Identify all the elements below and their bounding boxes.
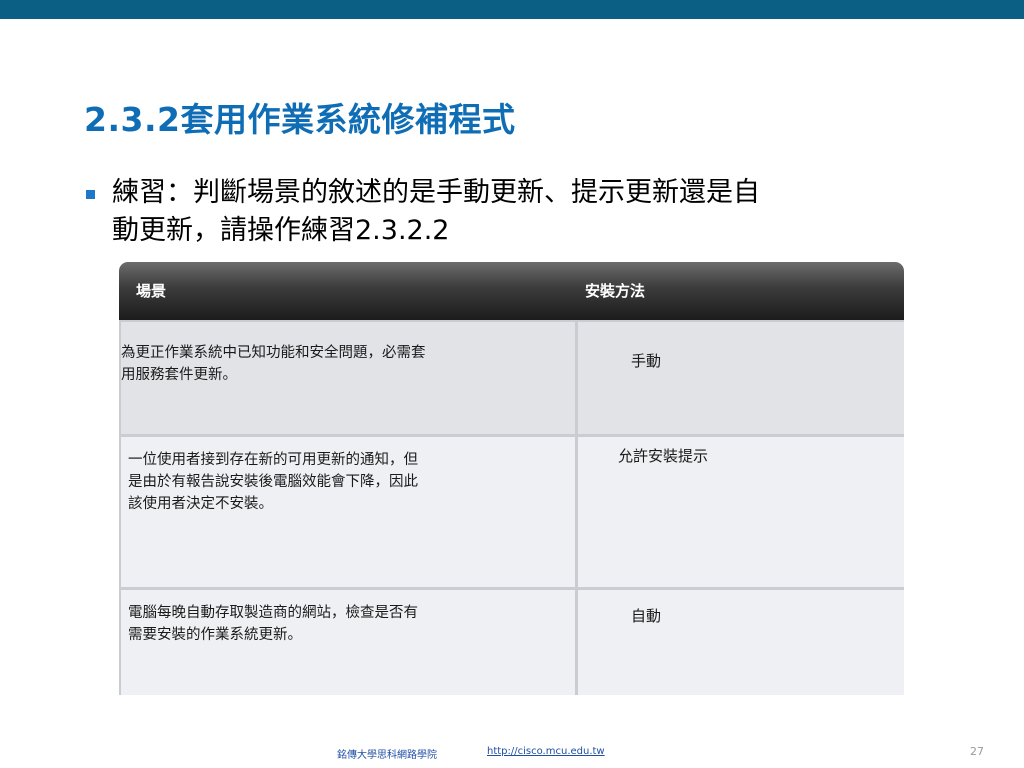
scenario-line: 電腦每晚自動存取製造商的網站，檢查是否有: [128, 605, 418, 621]
bullet-text: 練習：判斷場景的敘述的是手動更新、提示更新還是自 動更新，請操作練習2.3.2.…: [112, 174, 942, 250]
header-scenario: 場景: [136, 282, 167, 300]
method-cell: 手動: [578, 322, 904, 434]
method-cell: 允許安裝提示: [578, 437, 904, 587]
scenario-line: 需要安裝的作業系統更新。: [128, 627, 302, 643]
scenario-line: 為更正作業系統中已知功能和安全問題，必需套: [121, 345, 426, 361]
header-install-method: 安裝方法: [585, 282, 646, 300]
method-text: 自動: [631, 607, 662, 625]
footer-url-link[interactable]: http://cisco.mcu.edu.tw: [487, 746, 605, 757]
footer-organization: 銘傳大學思科網路學院: [337, 750, 437, 761]
bullet-square-icon: [86, 190, 95, 199]
exercise-table: 場景 安裝方法 為更正作業系統中已知功能和安全問題，必需套 用服務套件更新。 手…: [119, 262, 904, 695]
method-text: 允許安裝提示: [618, 447, 709, 465]
table-row: 電腦每晚自動存取製造商的網站，檢查是否有 需要安裝的作業系統更新。 自動: [121, 590, 904, 695]
scenario-text: 一位使用者接到存在新的可用更新的通知，但 是由於有報告說安裝後電腦效能會下降，因…: [128, 449, 418, 515]
scenario-text: 為更正作業系統中已知功能和安全問題，必需套 用服務套件更新。: [121, 342, 426, 386]
table-body: 為更正作業系統中已知功能和安全問題，必需套 用服務套件更新。 手動 一位使用者接…: [119, 320, 904, 695]
slide-title: 2.3.2套用作業系統修補程式: [84, 100, 516, 139]
scenario-line: 用服務套件更新。: [121, 367, 237, 383]
scenario-cell: 為更正作業系統中已知功能和安全問題，必需套 用服務套件更新。: [121, 322, 575, 434]
table-row: 為更正作業系統中已知功能和安全問題，必需套 用服務套件更新。 手動: [121, 322, 904, 434]
method-cell: 自動: [578, 590, 904, 695]
scenario-line: 一位使用者接到存在新的可用更新的通知，但: [128, 452, 418, 468]
bullet-line: 動更新，請操作練習2.3.2.2: [112, 215, 450, 246]
page-number: 27: [970, 745, 984, 758]
table-header: 場景 安裝方法: [119, 262, 904, 320]
scenario-line: 是由於有報告說安裝後電腦效能會下降，因此: [128, 474, 418, 490]
bullet-line: 練習：判斷場景的敘述的是手動更新、提示更新還是自: [112, 177, 760, 208]
scenario-cell: 一位使用者接到存在新的可用更新的通知，但 是由於有報告說安裝後電腦效能會下降，因…: [121, 437, 575, 587]
top-banner-bar: [0, 0, 1024, 19]
scenario-line: 該使用者決定不安裝。: [128, 496, 273, 512]
scenario-text: 電腦每晚自動存取製造商的網站，檢查是否有 需要安裝的作業系統更新。: [128, 602, 418, 646]
method-text: 手動: [631, 352, 662, 370]
scenario-cell: 電腦每晚自動存取製造商的網站，檢查是否有 需要安裝的作業系統更新。: [121, 590, 575, 695]
table-row: 一位使用者接到存在新的可用更新的通知，但 是由於有報告說安裝後電腦效能會下降，因…: [121, 437, 904, 587]
